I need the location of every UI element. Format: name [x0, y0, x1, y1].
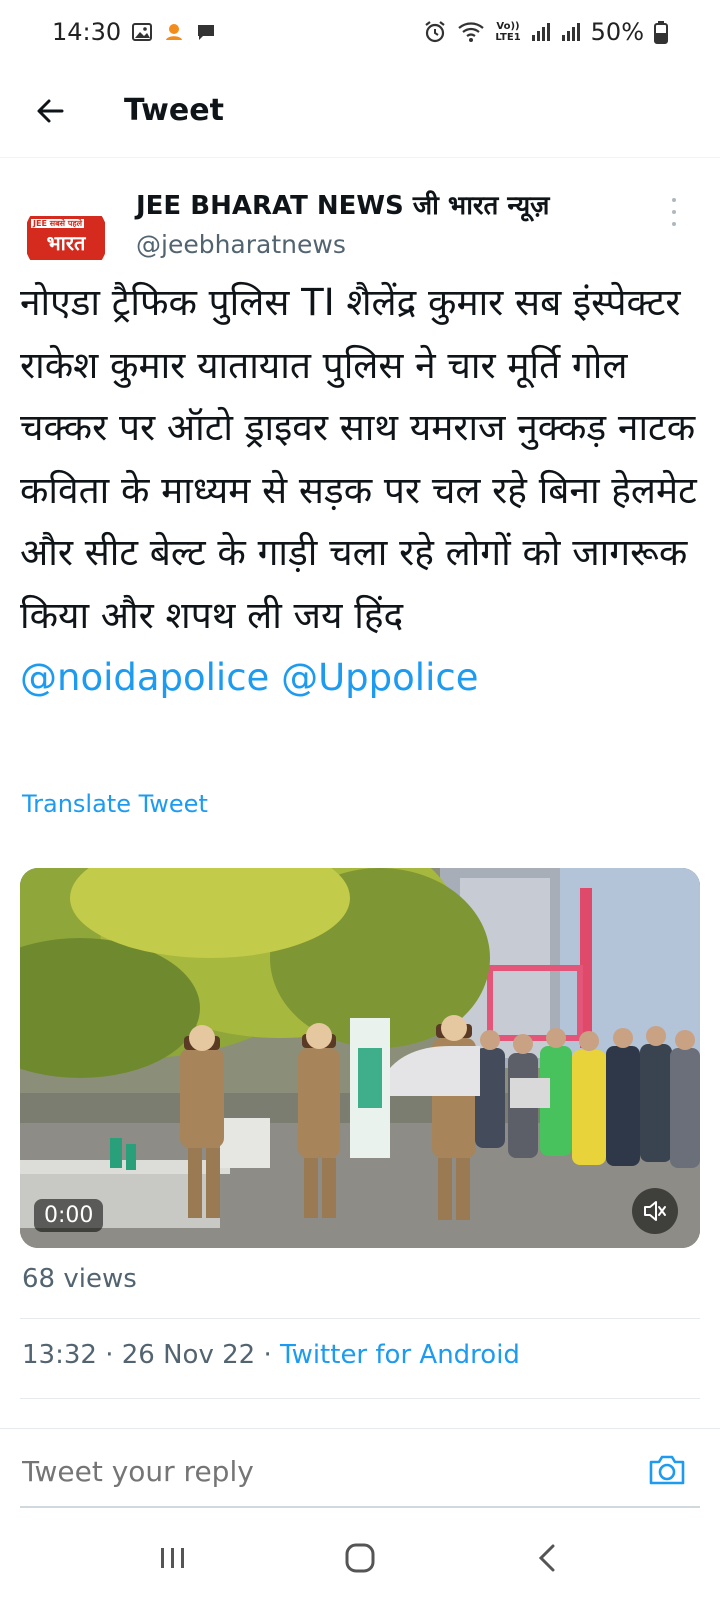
tweet-source-link[interactable]: Twitter for Android: [280, 1340, 520, 1370]
system-back-button[interactable]: [507, 1528, 587, 1588]
tweet-meta: 13:32 · 26 Nov 22 · Twitter for Android: [22, 1340, 520, 1370]
volte-label: Vo)): [496, 21, 520, 32]
tweet-text: नोएडा ट्रैफिक पुलिस TI शैलेंद्र कुमार सब…: [20, 272, 700, 710]
volume-mute-icon: [644, 1201, 666, 1221]
video-timestamp: 0:00: [34, 1199, 104, 1232]
mention-noidapolice[interactable]: @noidapolice: [20, 656, 269, 699]
tweet-body: नोएडा ट्रैफिक पुलिस TI शैलेंद्र कुमार सब…: [20, 281, 697, 637]
signal-1-icon: [531, 21, 551, 43]
divider: [20, 1398, 700, 1399]
logo-wordmark: भारत: [46, 231, 86, 255]
tweet-author: JEE सबसे पहले भारत JEE BHARAT NEWS जी भा…: [0, 180, 720, 280]
tweet-video[interactable]: 0:00: [20, 868, 700, 1248]
volte-lte-icon: Vo)) LTE1: [495, 21, 520, 43]
logo-tagline: JEE सबसे पहले: [31, 219, 85, 228]
page-title: Tweet: [124, 93, 224, 128]
signal-2-icon: [561, 21, 581, 43]
recents-button[interactable]: [133, 1528, 213, 1588]
mute-button[interactable]: [632, 1188, 678, 1234]
gallery-notification-icon: [131, 21, 153, 43]
app-notification-icon: [163, 21, 185, 43]
top-app-bar: Tweet: [0, 64, 720, 158]
author-name[interactable]: JEE BHARAT NEWS जी भारत न्यूज़: [136, 186, 549, 222]
reply-underline: [20, 1506, 700, 1508]
avatar[interactable]: JEE सबसे पहले भारत: [24, 196, 108, 280]
message-notification-icon: [195, 21, 217, 43]
reply-input[interactable]: [22, 1429, 622, 1513]
home-button[interactable]: [320, 1528, 400, 1588]
meta-separator: ·: [96, 1340, 122, 1370]
more-options-button[interactable]: [664, 192, 684, 232]
camera-icon: [649, 1455, 685, 1485]
reply-bar: [0, 1428, 720, 1513]
divider: [20, 1318, 700, 1319]
status-right: Vo)) LTE1 50%: [423, 18, 668, 46]
lte-label: LTE1: [495, 32, 521, 43]
back-chevron-icon: [538, 1544, 555, 1571]
wifi-icon: [457, 20, 485, 44]
tweet-time: 13:32: [22, 1340, 97, 1370]
more-vertical-icon-dot: [672, 222, 676, 226]
arrow-left-icon: [37, 99, 64, 122]
meta-separator: ·: [255, 1340, 280, 1370]
jee-bharat-logo: JEE सबसे पहले भारत: [27, 216, 105, 260]
camera-button[interactable]: [644, 1447, 690, 1493]
system-nav-bar: [0, 1515, 720, 1600]
home-icon: [345, 1543, 375, 1572]
status-left: 14:30: [52, 18, 217, 46]
back-button[interactable]: [20, 81, 80, 141]
alarm-icon: [423, 20, 447, 44]
video-frame: [20, 868, 700, 1248]
recents-icon: [161, 1547, 185, 1568]
mention-uppolice[interactable]: @Uppolice: [281, 656, 478, 699]
status-bar: 14:30 Vo)) LTE1 50%: [0, 0, 720, 64]
more-vertical-icon-dot: [672, 198, 676, 202]
translate-tweet-link[interactable]: Translate Tweet: [22, 790, 208, 818]
battery-percent: 50%: [590, 18, 644, 46]
author-handle[interactable]: @jeebharatnews: [136, 230, 346, 259]
view-count: 68 views: [22, 1264, 137, 1294]
more-vertical-icon-dot: [672, 210, 676, 214]
battery-icon: [654, 20, 668, 44]
tweet-date: 26 Nov 22: [121, 1340, 256, 1370]
status-time: 14:30: [52, 18, 122, 46]
